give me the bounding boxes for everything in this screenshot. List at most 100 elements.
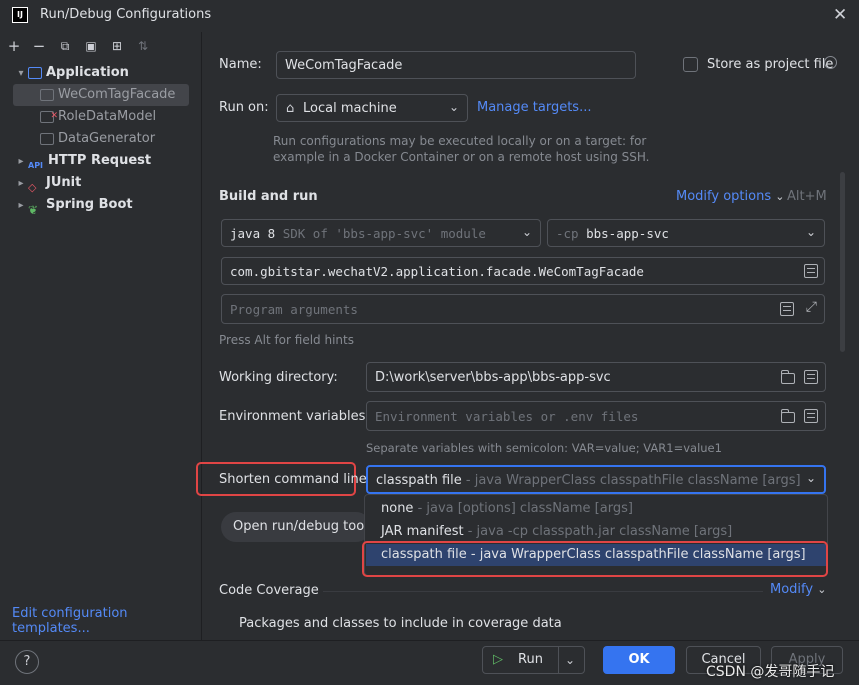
working-directory-field[interactable]: D:\work\server\bbs-app\bbs-app-svc	[366, 362, 826, 392]
configurations-tree-panel: + − ⧉ ▣ ⊞ ⇅ ▾ Application WeComTagFacade …	[0, 32, 202, 640]
chevron-down-icon[interactable]: ⌄	[565, 647, 575, 673]
save-icon[interactable]: ▣	[81, 36, 101, 56]
expand-icon[interactable]: ⤢	[806, 299, 817, 315]
working-directory-label: Working directory:	[219, 370, 338, 385]
scrollbar[interactable]	[840, 172, 845, 352]
tree-item-label: WeComTagFacade	[58, 87, 176, 102]
chevron-down-icon: ⌄	[521, 225, 532, 239]
jdk-hint: SDK of 'bbs-app-svc' module	[282, 226, 486, 241]
run-on-hint-1: Run configurations may be executed local…	[273, 134, 647, 148]
coverage-modify-link[interactable]: Modify ⌄	[770, 582, 826, 597]
title-bar: IJ Run/Debug Configurations ✕	[0, 0, 859, 32]
main-class-field[interactable]: com.gbitstar.wechatV2.application.facade…	[221, 257, 825, 285]
run-button[interactable]: ▷ Run ⌄	[482, 646, 585, 674]
coverage-packages-label: Packages and classes to include in cover…	[239, 616, 562, 631]
window-title: Run/Debug Configurations	[40, 7, 212, 22]
tree-item-label: Application	[46, 65, 129, 80]
settings-gear-icon[interactable]	[824, 56, 837, 69]
main-class-value: com.gbitstar.wechatV2.application.facade…	[230, 264, 644, 279]
open-tool-label: Open run/debug tool	[233, 519, 368, 534]
coverage-modify-label: Modify	[770, 582, 814, 597]
code-coverage-title: Code Coverage	[219, 583, 319, 598]
tree-item-label: DataGenerator	[58, 131, 156, 146]
jdk-value: java 8	[230, 226, 276, 241]
popup-option-none[interactable]: none - java [options] className [args]	[366, 498, 826, 520]
help-icon[interactable]: ?	[15, 650, 39, 674]
intellij-logo-icon: IJ	[12, 7, 28, 23]
chevron-down-icon: ⌄	[805, 225, 816, 239]
modify-options-link[interactable]: Modify options ⌄	[676, 189, 784, 204]
chevron-right-icon: ▸	[18, 178, 24, 189]
field-hints-text: Press Alt for field hints	[219, 333, 354, 347]
folder-icon[interactable]	[780, 409, 795, 423]
sort-icon[interactable]: ⇅	[133, 36, 153, 56]
edit-templates-link[interactable]: Edit configuration templates...	[12, 606, 201, 636]
shorten-value-hint: - java WrapperClass classpathFile classN…	[465, 473, 801, 488]
run-on-dropdown[interactable]: ⌂ Local machine ⌄	[276, 94, 468, 122]
environment-variables-label: Environment variables:	[219, 409, 370, 424]
option-hint: - java -cp classpath.jar className [args…	[467, 524, 733, 539]
build-and-run-title: Build and run	[219, 189, 318, 204]
divider	[558, 647, 559, 673]
new-folder-icon[interactable]: ⊞	[107, 36, 127, 56]
close-icon[interactable]: ✕	[833, 5, 847, 25]
junit-icon: ◇	[28, 180, 37, 194]
run-on-value: Local machine	[303, 101, 397, 116]
program-arguments-placeholder: Program arguments	[230, 302, 358, 317]
modify-options-shortcut: Alt+M	[787, 189, 827, 204]
classpath-module-dropdown[interactable]: -cp bbs-app-svc ⌄	[547, 219, 825, 247]
run-on-hint-2: example in a Docker Container or on a re…	[273, 150, 650, 164]
application-error-icon: ✕	[40, 110, 58, 123]
option-name: JAR manifest	[381, 524, 464, 539]
watermark: CSDN @发哥随手记	[706, 664, 835, 680]
program-arguments-field[interactable]: Program arguments ⤢	[221, 294, 825, 324]
store-as-project-checkbox[interactable]	[683, 57, 698, 72]
manage-targets-link[interactable]: Manage targets...	[477, 100, 591, 115]
tree-item-spring-boot[interactable]: ▸ ❦ Spring Boot	[0, 194, 201, 217]
chevron-down-icon: ▾	[18, 68, 24, 79]
tree-item-application[interactable]: ▾ Application	[0, 62, 201, 84]
chevron-right-icon: ▸	[18, 156, 24, 167]
edit-icon[interactable]	[804, 409, 818, 423]
copy-icon[interactable]: ⧉	[55, 36, 75, 56]
modify-options-label: Modify options	[676, 189, 772, 204]
shorten-command-line-dropdown[interactable]: classpath file - java WrapperClass class…	[366, 465, 826, 494]
add-icon[interactable]: +	[4, 36, 24, 56]
insert-macro-icon[interactable]	[804, 370, 818, 384]
chevron-down-icon: ⌄	[805, 471, 816, 485]
remove-icon[interactable]: −	[29, 36, 49, 56]
tree-item-roledatamodel[interactable]: ✕ RoleDataModel	[0, 106, 201, 128]
edit-icon[interactable]	[780, 302, 794, 316]
browse-icon[interactable]	[804, 264, 818, 278]
tree-item-label: HTTP Request	[48, 153, 152, 168]
chevron-down-icon: ⌄	[448, 100, 459, 114]
name-value: WeComTagFacade	[285, 58, 403, 73]
config-tree: ▾ Application WeComTagFacade ✕ RoleDataMod…	[0, 62, 201, 217]
tree-item-junit[interactable]: ▸ ◇ JUnit	[0, 172, 201, 194]
cp-prefix: -cp	[556, 226, 579, 241]
environment-variables-field[interactable]: Environment variables or .env files	[366, 401, 826, 431]
chevron-down-icon: ⌄	[817, 583, 827, 596]
divider	[323, 591, 763, 592]
tree-item-label: Spring Boot	[46, 197, 133, 212]
popup-option-jar-manifest[interactable]: JAR manifest - java -cp classpath.jar cl…	[366, 521, 826, 543]
environment-variables-hint: Separate variables with semicolon: VAR=v…	[366, 441, 722, 455]
store-as-project-label: Store as project file	[707, 57, 834, 72]
cp-text: -cp bbs-app-svc	[556, 226, 669, 241]
cp-value: bbs-app-svc	[586, 226, 669, 241]
chevron-right-icon: ▸	[18, 200, 24, 211]
tree-item-wecomtagfacade[interactable]: WeComTagFacade	[13, 84, 189, 106]
run-label: Run	[518, 652, 543, 667]
ok-button[interactable]: OK	[603, 646, 675, 674]
name-field[interactable]: WeComTagFacade	[276, 51, 636, 79]
jdk-dropdown[interactable]: java 8 SDK of 'bbs-app-svc' module ⌄	[221, 219, 541, 247]
jdk-text: java 8 SDK of 'bbs-app-svc' module	[230, 226, 486, 241]
tree-item-label: RoleDataModel	[58, 109, 157, 124]
tree-item-datagenerator[interactable]: DataGenerator	[0, 128, 201, 150]
folder-icon[interactable]	[780, 370, 795, 384]
name-label: Name:	[219, 57, 262, 72]
tree-item-http-request[interactable]: ▸ API HTTP Request	[0, 150, 201, 172]
option-hint: - java [options] className [args]	[417, 501, 633, 516]
option-name: none	[381, 501, 414, 516]
open-tool-chip[interactable]: Open run/debug tool	[221, 512, 371, 542]
